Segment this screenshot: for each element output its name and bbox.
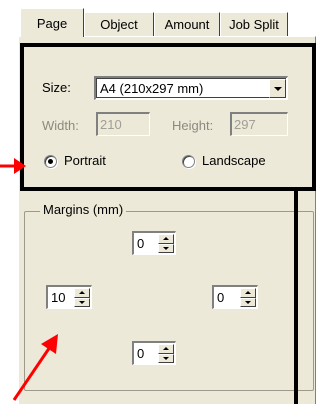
chevron-down-icon xyxy=(273,86,282,91)
landscape-label[interactable]: Landscape xyxy=(202,153,266,168)
margin-bottom-up-button[interactable] xyxy=(158,344,174,354)
margin-left-up-button[interactable] xyxy=(74,288,90,298)
arrow-down-icon xyxy=(163,356,169,360)
margin-left-down-button[interactable] xyxy=(74,297,90,307)
width-value: 210 xyxy=(100,117,122,132)
arrow-up-icon xyxy=(245,291,251,295)
margins-highlight-edge xyxy=(294,188,307,404)
margin-right-down-button[interactable] xyxy=(240,297,256,307)
margin-top-spinner[interactable]: 0 xyxy=(132,231,176,255)
tab-object-label: Object xyxy=(100,17,138,32)
size-label: Size: xyxy=(42,80,71,95)
margin-bottom-value: 0 xyxy=(137,346,145,361)
size-combo[interactable]: A4 (210x297 mm) xyxy=(94,76,288,100)
arrow-right-icon xyxy=(0,158,26,174)
margin-right-up-button[interactable] xyxy=(240,288,256,298)
height-field[interactable]: 297 xyxy=(230,112,288,136)
margin-left-value: 10 xyxy=(51,290,66,305)
tab-object[interactable]: Object xyxy=(84,12,154,36)
margin-bottom-down-button[interactable] xyxy=(158,353,174,363)
portrait-label[interactable]: Portrait xyxy=(64,153,106,168)
arrow-up-icon xyxy=(163,237,169,241)
size-combo-value: A4 (210x297 mm) xyxy=(100,81,204,96)
size-combo-button[interactable] xyxy=(269,79,286,98)
arrow-up-right-icon xyxy=(12,334,58,401)
margin-left-spinner[interactable]: 10 xyxy=(46,285,92,309)
landscape-radio[interactable] xyxy=(182,155,195,168)
portrait-radio[interactable] xyxy=(44,155,57,168)
tab-amount-label: Amount xyxy=(164,17,210,32)
tab-job-split[interactable]: Job Split xyxy=(220,12,288,36)
arrow-up-icon xyxy=(163,347,169,351)
arrow-up-icon xyxy=(79,291,85,295)
height-value: 297 xyxy=(234,117,256,132)
arrow-down-icon xyxy=(79,300,85,304)
tab-job-split-label: Job Split xyxy=(229,17,279,32)
height-label: Height: xyxy=(172,118,214,133)
width-field[interactable]: 210 xyxy=(96,112,150,136)
tab-amount[interactable]: Amount xyxy=(154,12,220,36)
radio-selected-dot xyxy=(48,159,53,164)
arrow-down-icon xyxy=(245,300,251,304)
margin-top-value: 0 xyxy=(137,236,145,251)
width-label: Width: xyxy=(42,118,79,133)
margin-bottom-spinner[interactable]: 0 xyxy=(132,341,176,365)
margin-top-down-button[interactable] xyxy=(158,243,174,253)
margin-top-up-button[interactable] xyxy=(158,234,174,244)
tab-page-label: Page xyxy=(36,15,68,31)
tab-page[interactable]: Page xyxy=(20,8,84,37)
margin-right-value: 0 xyxy=(217,290,225,305)
arrow-down-icon xyxy=(163,246,169,250)
margins-title: Margins (mm) xyxy=(40,202,127,217)
margin-right-spinner[interactable]: 0 xyxy=(212,285,258,309)
